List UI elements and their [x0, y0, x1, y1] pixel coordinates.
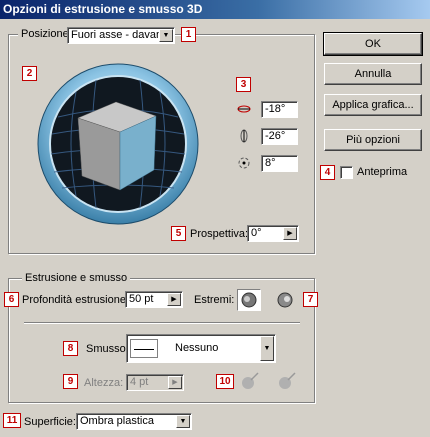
callout-badge-4: 4 — [320, 165, 335, 180]
callout-badge-3: 3 — [236, 77, 251, 92]
more-options-button[interactable]: Più opzioni — [324, 129, 422, 151]
height-label: Altezza: — [84, 377, 124, 389]
rotate-y-icon — [236, 128, 252, 144]
chevron-right-icon[interactable]: ▶ — [283, 227, 297, 240]
callout-badge-11: 11 — [3, 413, 21, 428]
bevel-in-icon — [276, 370, 298, 392]
apply-graphic-button[interactable]: Applica grafica... — [324, 94, 422, 116]
bevel-label: Smusso: — [86, 343, 129, 355]
rotation-track-cube[interactable] — [36, 62, 200, 226]
surface-label: Superficie: — [24, 416, 76, 428]
height-value: 4 pt — [130, 376, 149, 388]
callout-badge-2: 2 — [22, 66, 37, 81]
chevron-down-icon[interactable]: ▼ — [159, 29, 173, 42]
surface-select[interactable]: Ombra plastica ▼ — [76, 413, 192, 430]
callout-badge-9: 9 — [63, 374, 78, 389]
bevel-select[interactable]: Nessuno ▼ — [126, 334, 276, 363]
position-select[interactable]: Fuori asse - davanti ▼ — [67, 27, 175, 44]
position-label: Posizione — [18, 28, 72, 40]
callout-badge-8: 8 — [63, 341, 78, 356]
callout-badge-5: 5 — [171, 226, 186, 241]
extrude-bevel-label: Estrusione e smusso — [22, 272, 131, 284]
rotate-x-field[interactable]: -18° — [261, 101, 298, 118]
perspective-value: 0° — [251, 227, 262, 239]
bevel-value: Nessuno — [175, 342, 219, 354]
preview-label[interactable]: Anteprima — [357, 166, 407, 178]
extrude-depth-label: Profondità estrusione: — [22, 294, 130, 306]
chevron-right-icon: ▶ — [168, 376, 182, 389]
ok-button[interactable]: OK — [323, 32, 423, 56]
rotate-x-icon — [236, 101, 252, 117]
rotate-z-field[interactable]: 8° — [261, 155, 298, 172]
preview-checkbox[interactable] — [340, 166, 353, 179]
chevron-down-icon[interactable]: ▼ — [176, 415, 190, 428]
caps-label: Estremi: — [194, 294, 235, 306]
callout-badge-6: 6 — [4, 292, 19, 307]
extrude-depth-field[interactable]: 50 pt ▶ — [125, 291, 183, 308]
surface-value: Ombra plastica — [80, 415, 154, 427]
rotate-y-field[interactable]: -26° — [261, 128, 298, 145]
chevron-down-icon[interactable]: ▼ — [260, 336, 274, 361]
callout-badge-10: 10 — [216, 374, 234, 389]
perspective-field[interactable]: 0° ▶ — [247, 225, 299, 242]
rotate-z-icon — [236, 155, 252, 171]
window-title: Opzioni di estrusione e smusso 3D — [3, 2, 203, 16]
bevel-preview-icon — [130, 339, 158, 358]
window-title-bar[interactable]: Opzioni di estrusione e smusso 3D — [0, 0, 430, 19]
chevron-right-icon[interactable]: ▶ — [167, 293, 181, 306]
height-field: 4 pt ▶ — [126, 374, 184, 391]
perspective-label: Prospettiva: — [190, 228, 249, 240]
cap-on-button[interactable] — [237, 289, 261, 311]
position-select-value: Fuori asse - davanti — [71, 29, 168, 41]
callout-badge-7: 7 — [303, 292, 318, 307]
cancel-button[interactable]: Annulla — [324, 63, 422, 85]
extrude-depth-value: 50 pt — [129, 293, 154, 305]
extrude-separator — [24, 322, 300, 324]
cap-off-button[interactable] — [274, 289, 296, 311]
callout-badge-1: 1 — [181, 27, 196, 42]
bevel-out-icon — [239, 370, 261, 392]
